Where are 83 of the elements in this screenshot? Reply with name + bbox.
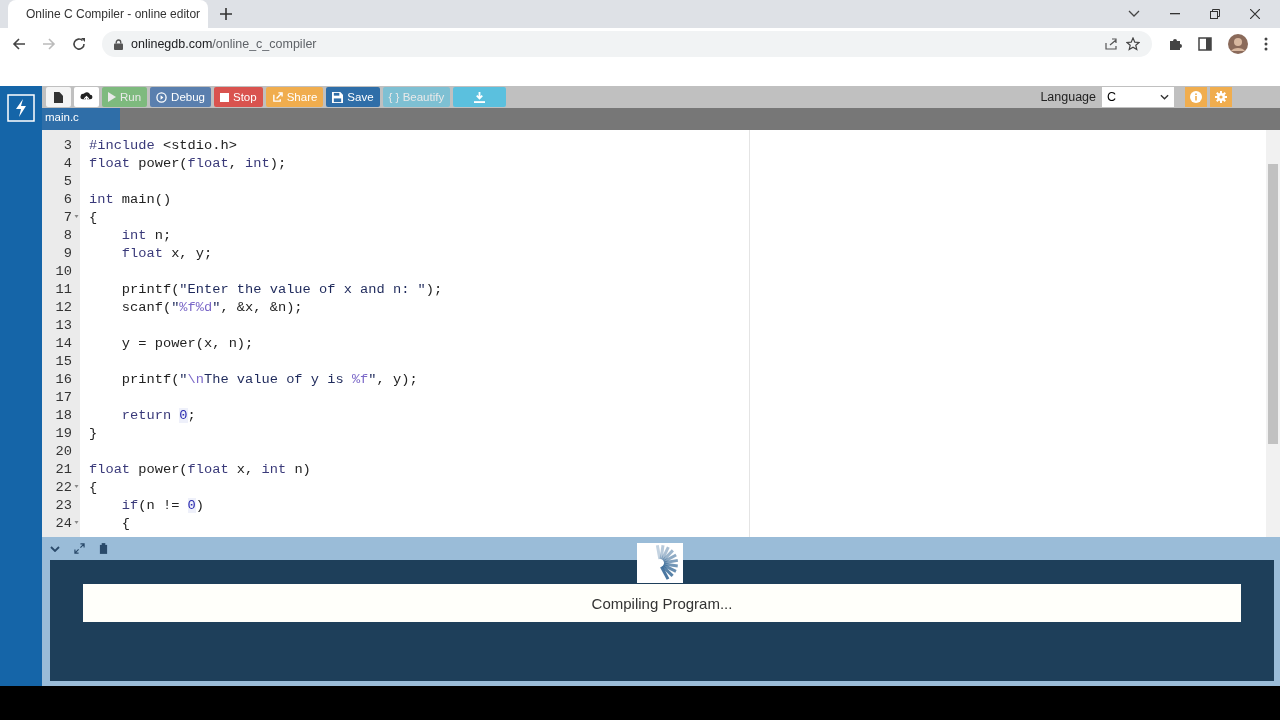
code-line: if(n != 0) bbox=[120, 497, 205, 513]
code-line: scanf("%f%d", &x, &n); bbox=[120, 299, 303, 315]
restore-icon[interactable] bbox=[1210, 9, 1220, 19]
cloud-upload-icon bbox=[80, 91, 93, 103]
code-line: y = power(x, n); bbox=[120, 335, 254, 351]
status-text: Compiling Program... bbox=[591, 594, 733, 612]
file-icon bbox=[54, 91, 63, 103]
chevron-down-icon[interactable] bbox=[50, 545, 60, 552]
code-line: } bbox=[89, 425, 98, 441]
menu-icon[interactable] bbox=[1264, 37, 1268, 51]
line-number: 21 bbox=[55, 461, 72, 477]
line-number: 8 bbox=[63, 227, 72, 243]
line-number: 6 bbox=[63, 191, 72, 207]
lock-icon bbox=[114, 38, 123, 50]
lightning-icon[interactable] bbox=[7, 94, 35, 122]
line-number: 17 bbox=[55, 389, 72, 405]
line-number: 24 bbox=[55, 515, 72, 531]
avatar-icon[interactable] bbox=[1228, 34, 1248, 54]
scrollbar[interactable] bbox=[1266, 130, 1280, 537]
file-tab[interactable]: main.c bbox=[42, 108, 120, 130]
stop-button[interactable]: Stop bbox=[214, 87, 263, 107]
line-number: 23 bbox=[55, 497, 72, 513]
code-line: int n; bbox=[120, 227, 172, 243]
line-number: 18 bbox=[55, 407, 72, 423]
caret-icon bbox=[1160, 94, 1169, 100]
info-icon bbox=[1190, 91, 1202, 103]
fold-icon[interactable] bbox=[73, 521, 80, 525]
line-number: 20 bbox=[55, 443, 72, 459]
star-icon[interactable] bbox=[1126, 37, 1140, 51]
share-icon[interactable] bbox=[1104, 37, 1118, 51]
code-line: float power(float, int); bbox=[89, 155, 287, 171]
code-line: return 0; bbox=[120, 407, 196, 423]
expand-icon[interactable] bbox=[74, 543, 85, 554]
line-number: 15 bbox=[55, 353, 72, 369]
code-line: { bbox=[89, 479, 98, 495]
language-select[interactable]: C bbox=[1102, 87, 1174, 107]
new-file-button[interactable] bbox=[46, 87, 71, 107]
download-icon bbox=[474, 91, 486, 103]
line-number: 13 bbox=[55, 317, 72, 333]
line-number: 22 bbox=[55, 479, 72, 495]
line-number: 7 bbox=[63, 209, 72, 225]
browser-tab[interactable]: Online C Compiler - online editor bbox=[8, 0, 208, 28]
line-number: 5 bbox=[63, 173, 72, 189]
debug-button[interactable]: Debug bbox=[150, 87, 211, 107]
line-number: 10 bbox=[55, 263, 72, 279]
line-number: 14 bbox=[55, 335, 72, 351]
side-panel-icon[interactable] bbox=[1198, 37, 1212, 51]
line-number: 19 bbox=[55, 425, 72, 441]
back-icon[interactable] bbox=[12, 37, 26, 51]
clipboard-icon[interactable] bbox=[99, 543, 108, 554]
code-line: printf("Enter the value of x and n: "); bbox=[120, 281, 443, 297]
code-line: printf("\nThe value of y is %f", y); bbox=[120, 371, 418, 387]
settings-icon bbox=[1215, 91, 1227, 103]
line-number: 3 bbox=[63, 137, 72, 153]
line-number: 16 bbox=[55, 371, 72, 387]
line-number: 9 bbox=[63, 245, 72, 261]
puzzle-icon[interactable] bbox=[1168, 37, 1182, 51]
code-line: { bbox=[120, 515, 131, 531]
code-line: float power(float x, int n) bbox=[89, 461, 311, 477]
line-number: 12 bbox=[55, 299, 72, 315]
reload-icon[interactable] bbox=[72, 37, 86, 51]
tab-title: Online C Compiler - online editor bbox=[26, 7, 201, 21]
minimize-icon[interactable] bbox=[1170, 13, 1180, 15]
code-line: #include <stdio.h> bbox=[89, 137, 237, 153]
code-line: { bbox=[89, 209, 98, 225]
line-number: 4 bbox=[63, 155, 72, 171]
new-tab-icon[interactable] bbox=[220, 8, 232, 20]
fold-icon[interactable] bbox=[73, 215, 80, 219]
line-number: 11 bbox=[55, 281, 72, 297]
code-line: float x, y; bbox=[120, 245, 213, 261]
address-field[interactable]: onlinegdb.com/online_c_compiler bbox=[102, 31, 1152, 57]
fold-icon[interactable] bbox=[73, 485, 80, 489]
language-label: Language bbox=[1040, 90, 1096, 104]
close-icon[interactable] bbox=[1250, 9, 1260, 19]
floppy-icon bbox=[332, 91, 344, 103]
play-circle-icon bbox=[156, 91, 168, 103]
save-button[interactable]: Save bbox=[326, 87, 380, 107]
stop-icon bbox=[220, 92, 229, 102]
play-icon bbox=[108, 92, 116, 102]
upload-button[interactable] bbox=[74, 87, 99, 107]
code-line: int main() bbox=[89, 191, 172, 207]
share-icon bbox=[271, 91, 283, 103]
tab-search-icon[interactable] bbox=[1128, 10, 1140, 18]
